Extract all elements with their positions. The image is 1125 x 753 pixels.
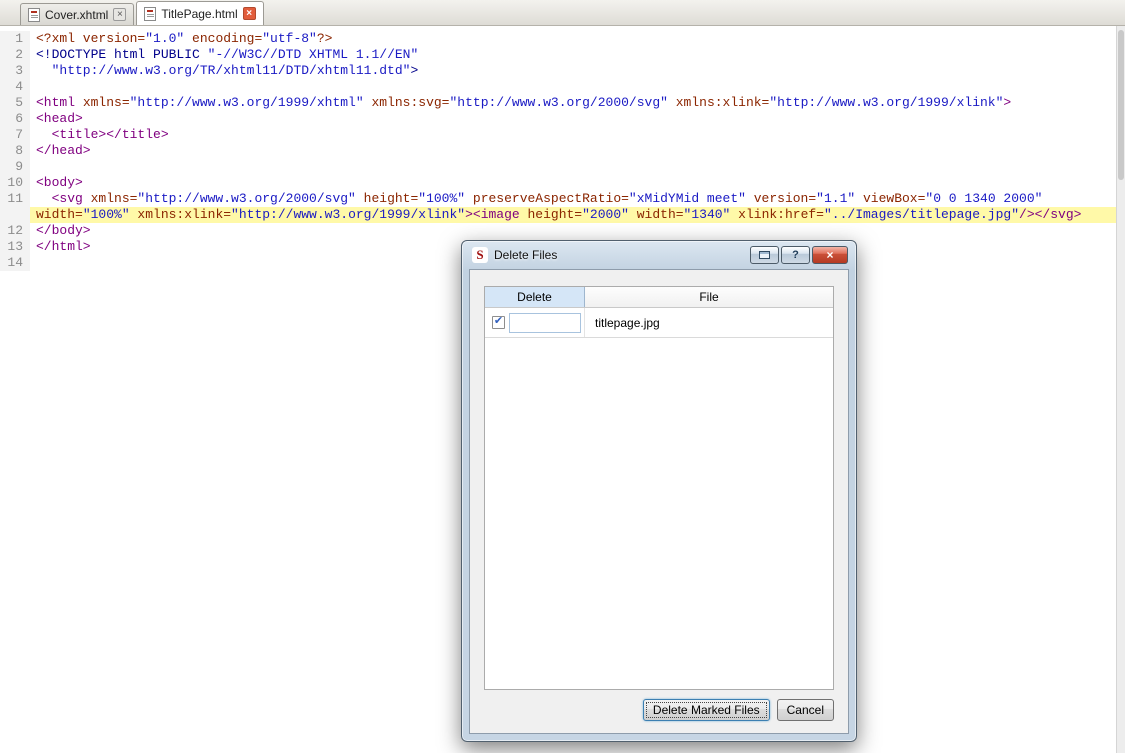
toolbar-button[interactable]	[750, 246, 779, 264]
code-lines: 1 <?xml version="1.0" encoding="utf-8"?> 2…	[0, 31, 1116, 271]
delete-files-dialog: S Delete Files ? × Delete File ✔ titlepa…	[461, 240, 857, 742]
code-line[interactable]: 3 "http://www.w3.org/TR/xhtml11/DTD/xhtm…	[0, 63, 1116, 79]
line-number: 14	[0, 255, 30, 271]
close-tab-icon[interactable]: ×	[242, 7, 256, 20]
code-line[interactable]: 2 <!DOCTYPE html PUBLIC "-//W3C//DTD XHTM…	[0, 47, 1116, 63]
code-line[interactable]: 10 <body>	[0, 175, 1116, 191]
column-header-file[interactable]: File	[585, 287, 833, 307]
vertical-scrollbar[interactable]	[1116, 26, 1125, 753]
cell-editor-box[interactable]	[509, 312, 581, 333]
code-line[interactable]: 7 <title></title>	[0, 127, 1116, 143]
line-number: 2	[0, 47, 30, 63]
code-line[interactable]: 1 <?xml version="1.0" encoding="utf-8"?>	[0, 31, 1116, 47]
delete-cell: ✔	[485, 308, 585, 337]
line-number: 7	[0, 127, 30, 143]
sigil-window: Cover.xhtml × TitlePage.html × 1 <?xml ve…	[0, 0, 1125, 753]
tab-label: TitlePage.html	[161, 6, 238, 21]
code-line[interactable]: 8 </head>	[0, 143, 1116, 159]
delete-marked-files-button[interactable]: Delete Marked Files	[642, 699, 770, 721]
line-number: 5	[0, 95, 30, 111]
window-icon	[759, 251, 770, 259]
code-line[interactable]: 12 </body>	[0, 223, 1116, 239]
scrollbar-thumb[interactable]	[1118, 30, 1124, 180]
html-document-icon	[28, 7, 40, 22]
dialog-titlebar[interactable]: S Delete Files ? ×	[462, 241, 856, 269]
line-number: 12	[0, 223, 30, 239]
code-line[interactable]: 9	[0, 159, 1116, 175]
file-name: titlepage.jpg	[595, 315, 660, 330]
line-number: 4	[0, 79, 30, 95]
code-line[interactable]: 4	[0, 79, 1116, 95]
tab-label: Cover.xhtml	[45, 7, 109, 22]
caption-buttons: ? ×	[750, 246, 848, 264]
tab-titlepage-html[interactable]: TitlePage.html ×	[136, 1, 264, 25]
html-document-icon	[144, 6, 157, 21]
checkmark-icon: ✔	[493, 315, 504, 327]
sigil-logo-icon: S	[472, 247, 488, 263]
dialog-buttons: Delete Marked Files Cancel	[642, 699, 834, 721]
close-tab-icon[interactable]: ×	[113, 8, 127, 21]
line-number: 3	[0, 63, 30, 79]
tab-cover-xhtml[interactable]: Cover.xhtml ×	[20, 3, 135, 25]
files-table: Delete File ✔ titlepage.jpg	[484, 286, 834, 690]
delete-checkbox[interactable]: ✔	[492, 316, 505, 329]
line-number: 8	[0, 143, 30, 159]
close-button[interactable]: ×	[812, 246, 848, 264]
dialog-title: Delete Files	[494, 248, 558, 262]
table-header: Delete File	[485, 287, 833, 308]
line-number: 11	[0, 191, 30, 207]
code-line[interactable]: 5 <html xmlns="http://www.w3.org/1999/xht…	[0, 95, 1116, 111]
line-number: 10	[0, 175, 30, 191]
code-line[interactable]: width="100%" xmlns:xlink="http://www.w3.…	[0, 207, 1116, 223]
cancel-button[interactable]: Cancel	[776, 699, 834, 721]
line-number: 13	[0, 239, 30, 255]
column-header-delete[interactable]: Delete	[485, 287, 585, 307]
tab-bar: Cover.xhtml × TitlePage.html ×	[0, 0, 1125, 26]
help-button[interactable]: ?	[781, 246, 810, 264]
code-line[interactable]: 11 <svg xmlns="http://www.w3.org/2000/sv…	[0, 191, 1116, 207]
dialog-body: Delete File ✔ titlepage.jpg Delete Marke…	[469, 269, 849, 734]
line-number	[0, 207, 30, 223]
table-row[interactable]: ✔ titlepage.jpg	[485, 308, 833, 338]
line-number: 9	[0, 159, 30, 175]
line-number: 1	[0, 31, 30, 47]
line-number: 6	[0, 111, 30, 127]
code-line[interactable]: 6 <head>	[0, 111, 1116, 127]
